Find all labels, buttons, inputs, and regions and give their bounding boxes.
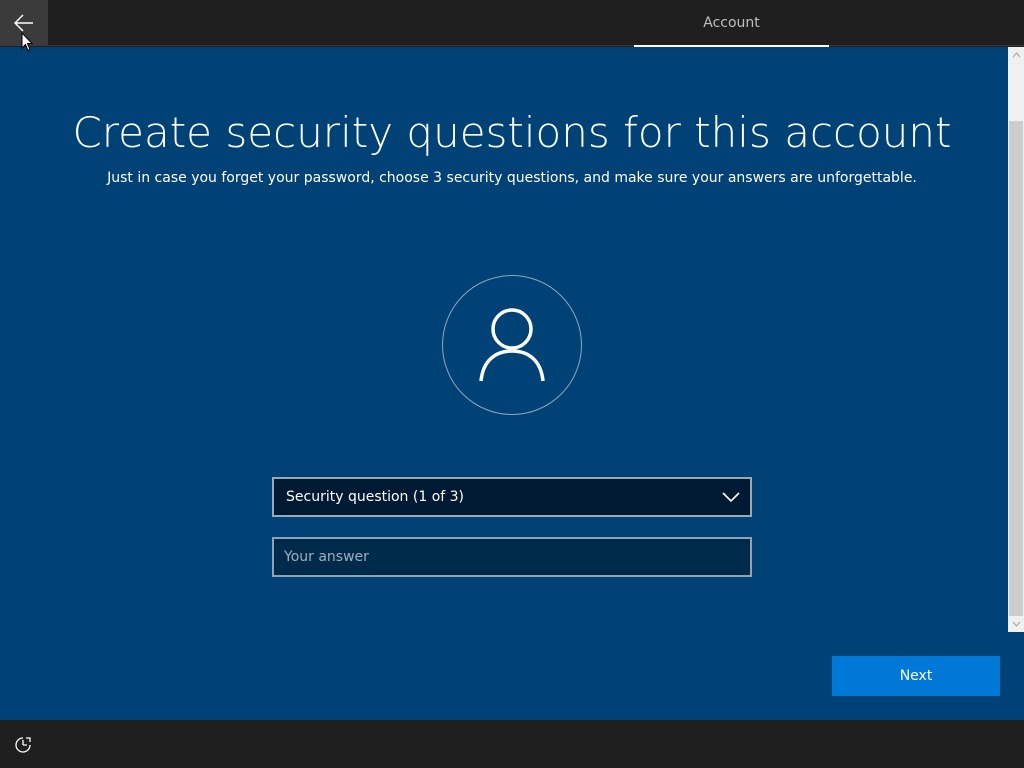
chevron-down-icon: [722, 492, 740, 503]
tab-account: Account: [703, 15, 760, 31]
answer-field[interactable]: [272, 537, 752, 577]
scroll-up-arrow-icon[interactable]: [1008, 47, 1024, 63]
page-subtitle: Just in case you forget your password, c…: [107, 170, 917, 186]
bottom-bar: [0, 720, 1024, 768]
page-title: Create security questions for this accou…: [72, 108, 952, 157]
scroll-thumb[interactable]: [1009, 121, 1023, 616]
back-arrow-icon: [14, 14, 33, 32]
next-button[interactable]: Next: [832, 656, 1000, 696]
user-icon: [479, 308, 545, 382]
security-question-selected: Security question (1 of 3): [286, 489, 465, 505]
avatar: [442, 275, 582, 415]
scroll-down-arrow-icon[interactable]: [1008, 616, 1024, 632]
ease-of-access-icon[interactable]: [14, 736, 32, 754]
top-bar: Account: [0, 0, 1024, 47]
security-question-dropdown[interactable]: Security question (1 of 3): [272, 477, 752, 517]
scroll-filler: [1008, 632, 1024, 720]
back-button[interactable]: [0, 0, 48, 46]
